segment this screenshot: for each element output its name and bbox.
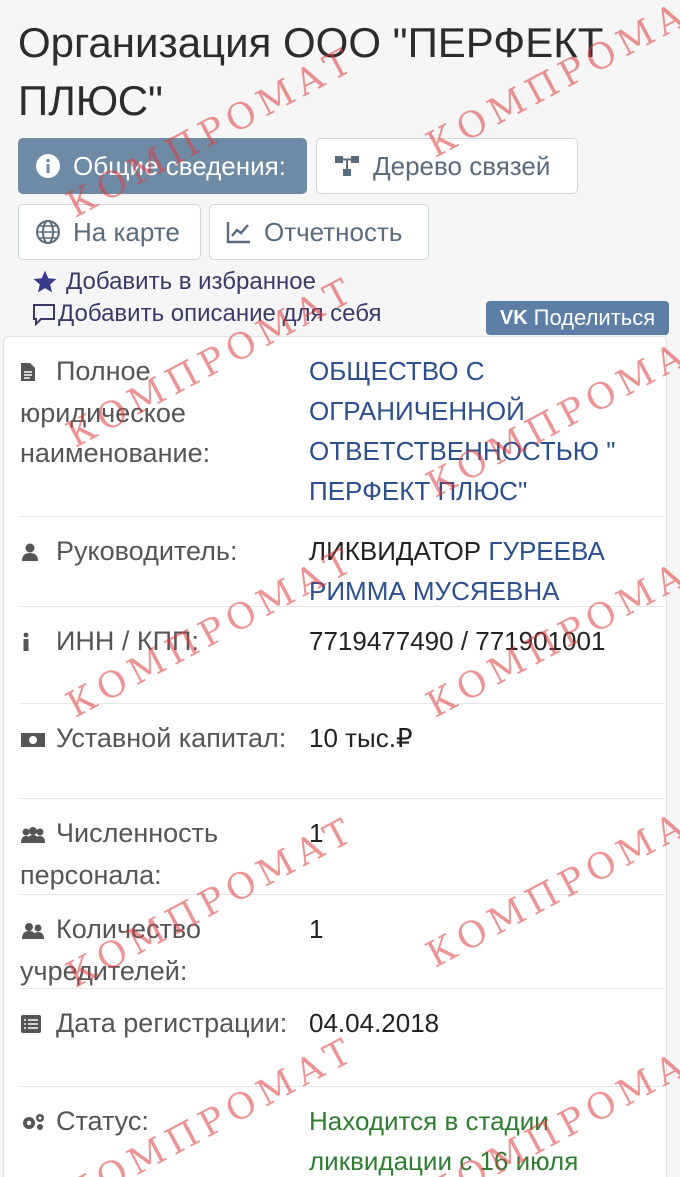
status-label: Статус: (56, 1106, 149, 1136)
head-label: Руководитель: (56, 536, 238, 566)
detail-row-staff: Численность персонала: 1 (20, 799, 663, 895)
users-icon (20, 911, 46, 951)
tab-general-info[interactable]: Общие сведения: (18, 138, 307, 194)
tab-on-map[interactable]: На карте (18, 204, 201, 260)
staff-label: Численность персонала: (20, 818, 219, 890)
founders-value: 1 (309, 914, 324, 944)
tab-reports[interactable]: Отчетность (209, 204, 429, 260)
add-description-link[interactable]: Добавить описание для себя (32, 300, 381, 328)
full-name-label: Полное юридическое наименование: (20, 356, 211, 468)
capital-label: Уставной капитал: (56, 723, 287, 753)
document-icon (20, 353, 46, 393)
founders-label: Количество учредителей: (20, 914, 201, 986)
add-description-label: Добавить описание для себя (58, 300, 382, 327)
tab-reports-label: Отчетность (264, 217, 403, 247)
tree-icon (333, 153, 361, 179)
gears-icon (20, 1103, 46, 1143)
reg-date-label: Дата регистрации: (56, 1008, 288, 1038)
page-title: Организация ООО "ПЕРФЕКТ ПЛЮС" (18, 19, 604, 124)
vk-share-button[interactable]: VK Поделиться (486, 301, 669, 335)
chart-icon (226, 220, 252, 244)
inn-label: ИНН / КПП: (56, 626, 199, 656)
staff-value: 1 (309, 818, 324, 848)
add-favorite-link[interactable]: Добавить в избранное (32, 268, 316, 296)
detail-row-reg-date: Дата регистрации: 04.04.2018 (20, 989, 663, 1087)
head-role: ЛИКВИДАТОР (309, 536, 489, 566)
money-icon (20, 720, 46, 760)
star-icon (32, 269, 58, 295)
tab-on-map-label: На карте (73, 217, 180, 247)
detail-row-status: Статус: Находится в стадии ликвидации с … (20, 1087, 663, 1177)
head-value: ЛИКВИДАТОР ГУРЕЕВА РИММА МУСЯЕВНА (309, 531, 659, 611)
detail-row-founders: Количество учредителей: 1 (20, 895, 663, 989)
share-label: Поделиться (533, 305, 656, 330)
info-icon (35, 153, 61, 179)
comment-icon (32, 302, 56, 326)
info-small-icon (20, 623, 46, 663)
inn-value: 7719477490 / 771901001 (309, 626, 606, 656)
company-details-card: Полное юридическое наименование: ОБЩЕСТВ… (3, 336, 667, 1177)
add-favorite-label: Добавить в избранное (66, 268, 316, 295)
tab-relations-tree-label: Дерево связей (373, 151, 551, 181)
list-icon (20, 1005, 46, 1045)
users-group-icon (20, 815, 46, 855)
detail-row-capital: Уставной капитал: 10 тыс.₽ (20, 704, 663, 799)
status-value: Находится в стадии ликвидации с 16 июля (309, 1106, 579, 1176)
person-icon (20, 533, 46, 573)
full-name-value[interactable]: ОБЩЕСТВО С ОГРАНИЧЕННОЙ ОТВЕТСТВЕННОСТЬЮ… (309, 351, 659, 511)
vk-icon: VK (499, 306, 528, 329)
globe-icon (35, 219, 61, 245)
detail-row-full-name: Полное юридическое наименование: ОБЩЕСТВ… (20, 337, 663, 517)
detail-row-head: Руководитель: ЛИКВИДАТОР ГУРЕЕВА РИММА М… (20, 517, 663, 607)
tab-relations-tree[interactable]: Дерево связей (316, 138, 578, 194)
reg-date-value: 04.04.2018 (309, 1008, 440, 1038)
detail-row-inn: ИНН / КПП: 7719477490 / 771901001 (20, 607, 663, 704)
capital-value: 10 тыс.₽ (309, 723, 413, 753)
tab-general-info-label: Общие сведения: (73, 151, 286, 181)
